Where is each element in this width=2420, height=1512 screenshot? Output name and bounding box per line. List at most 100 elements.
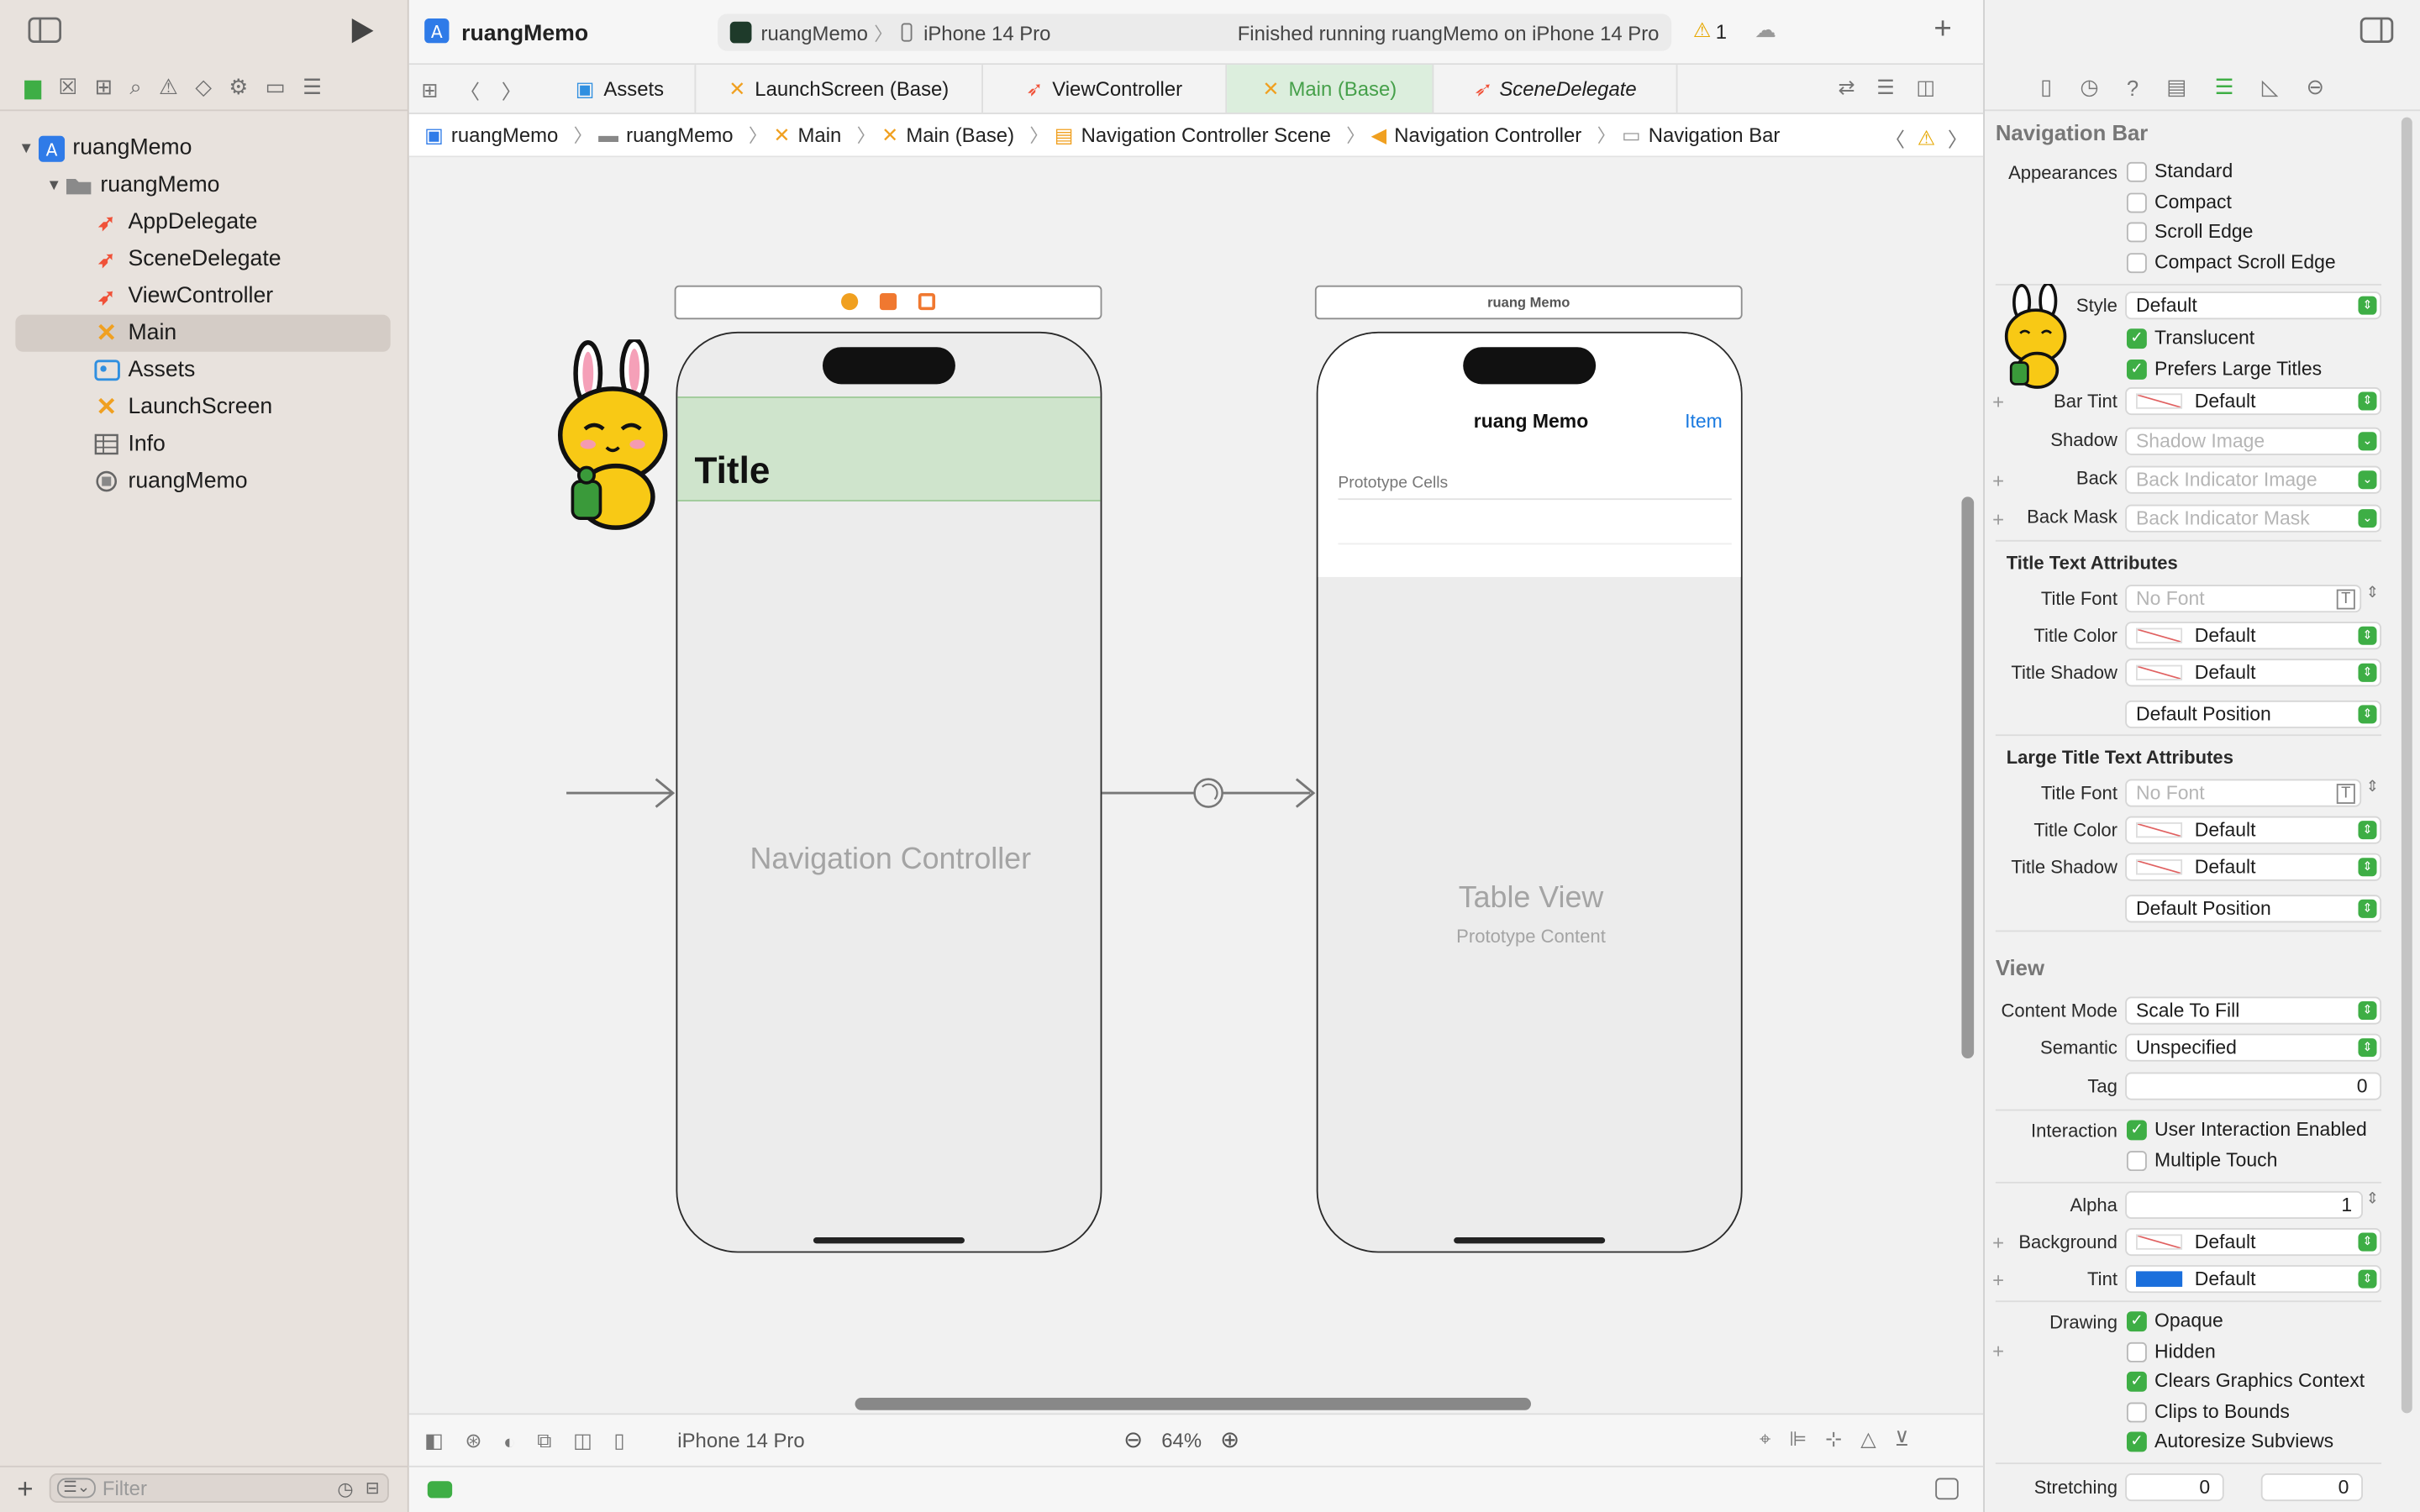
back-arrow-icon[interactable]: 〈 bbox=[460, 76, 480, 105]
filter-scope-icon[interactable]: ⊟ bbox=[366, 1478, 380, 1498]
add-variation-icon[interactable]: + bbox=[1992, 1231, 2004, 1255]
alpha-field[interactable]: 1 bbox=[2125, 1190, 2363, 1219]
large-title-shadow-position-popup[interactable]: Default Position ⇕ bbox=[2125, 895, 2382, 923]
navigation-bar[interactable]: Title bbox=[677, 396, 1101, 501]
appearance-standard-checkbox[interactable]: Standard bbox=[2126, 160, 2233, 182]
scene-dock-nav-controller[interactable] bbox=[674, 285, 1102, 320]
tree-item-scenedelegate[interactable]: ➶ SceneDelegate bbox=[15, 241, 390, 278]
attributes-inspector-icon[interactable]: ☰ bbox=[2215, 74, 2234, 100]
tree-item-entitlements[interactable]: ruangMemo bbox=[15, 463, 390, 500]
user-interaction-checkbox[interactable]: ✓ User Interaction Enabled bbox=[2126, 1119, 2367, 1140]
filter-input[interactable]: Filter bbox=[103, 1477, 147, 1500]
clock-icon[interactable]: ◷ bbox=[337, 1478, 353, 1499]
tab-assets[interactable]: ▣ Assets bbox=[544, 65, 697, 113]
size-inspector-icon[interactable]: ◺ bbox=[2262, 74, 2279, 100]
shadow-image-combo[interactable]: Shadow Image ⌄ bbox=[2125, 427, 2382, 455]
bar-tint-popup[interactable]: Default ⇕ bbox=[2125, 387, 2382, 416]
breadcrumb-item[interactable]: ◀ Navigation Controller bbox=[1371, 123, 1582, 147]
chevron-down-icon[interactable]: ▼ bbox=[15, 139, 37, 156]
warning-badge[interactable]: ⚠ 1 bbox=[1693, 18, 1727, 43]
tab-viewcontroller[interactable]: ➶ ViewController bbox=[983, 65, 1228, 113]
tree-item-main[interactable]: ✕ Main bbox=[15, 314, 391, 352]
resolve-issues-icon[interactable]: △ bbox=[1860, 1427, 1876, 1452]
scene-dock-table[interactable]: ruang Memo bbox=[1314, 285, 1743, 320]
breadcrumb-item[interactable]: ▬ ruangMemo bbox=[598, 123, 733, 147]
symbol-navigator-icon[interactable]: ⊞ bbox=[95, 74, 113, 100]
embed-in-icon[interactable]: ⊻ bbox=[1895, 1427, 1909, 1452]
back-indicator-combo[interactable]: Back Indicator Image ⌄ bbox=[2125, 465, 2382, 494]
first-responder-icon[interactable] bbox=[879, 292, 897, 311]
inspector-scrollbar[interactable] bbox=[2401, 117, 2412, 1414]
source-control-icon[interactable]: ☒ bbox=[58, 74, 77, 100]
stepper-icon[interactable]: ⇕ bbox=[2366, 780, 2379, 796]
stretching-y-field[interactable]: 0 bbox=[2260, 1473, 2363, 1502]
font-picker-icon[interactable]: T bbox=[2336, 783, 2355, 804]
table-view-controller-scene[interactable]: ruang Memo Item Prototype Cells Table Vi… bbox=[1316, 331, 1743, 1253]
clips-to-bounds-checkbox[interactable]: Clips to Bounds bbox=[2126, 1401, 2290, 1422]
breadcrumb-item[interactable]: ✕ Main (Base) bbox=[881, 123, 1014, 147]
translucent-checkbox[interactable]: ✓ Translucent bbox=[2126, 327, 2254, 349]
report-navigator-icon[interactable]: ☰ bbox=[302, 74, 322, 100]
debug-area-indicator-icon[interactable] bbox=[427, 1481, 453, 1499]
content-mode-popup[interactable]: Scale To Fill ⇕ bbox=[2125, 996, 2382, 1025]
stepper-icon[interactable]: ⇕ bbox=[2366, 1191, 2379, 1208]
breadcrumb-item[interactable]: ▤ Navigation Controller Scene bbox=[1055, 123, 1331, 147]
iphone-icon[interactable]: ▯ bbox=[613, 1429, 624, 1453]
large-title-shadow-popup[interactable]: Default ⇕ bbox=[2125, 853, 2382, 881]
horizontal-scrollbar[interactable] bbox=[855, 1398, 1532, 1410]
background-popup[interactable]: Default ⇕ bbox=[2125, 1228, 2382, 1257]
appearance-icon[interactable]: ◐ bbox=[503, 1430, 515, 1453]
toggle-debug-area-icon[interactable] bbox=[1935, 1478, 1959, 1500]
align-icon[interactable]: ⊫ bbox=[1789, 1427, 1807, 1452]
prefers-large-titles-checkbox[interactable]: ✓ Prefers Large Titles bbox=[2126, 358, 2322, 380]
history-inspector-icon[interactable]: ◷ bbox=[2080, 74, 2098, 100]
find-navigator-icon[interactable]: ⌕ bbox=[129, 74, 141, 100]
chevron-down-icon[interactable]: ▼ bbox=[43, 176, 65, 193]
tree-item-launchscreen[interactable]: ✕ LaunchScreen bbox=[15, 389, 390, 426]
device-config-label[interactable]: iPhone 14 Pro bbox=[677, 1429, 804, 1452]
identity-inspector-icon[interactable]: ▤ bbox=[2166, 74, 2186, 100]
tree-item-info[interactable]: Info bbox=[15, 426, 390, 463]
nav-controller-icon[interactable] bbox=[841, 292, 859, 311]
add-variation-icon[interactable]: + bbox=[1992, 469, 2004, 492]
next-issue-icon[interactable]: 〉 bbox=[1948, 123, 1968, 153]
related-items-icon[interactable]: ⊞ bbox=[421, 78, 438, 102]
tab-launchscreen[interactable]: ✕ LaunchScreen (Base) bbox=[696, 65, 983, 113]
breakpoint-navigator-icon[interactable]: ▭ bbox=[266, 74, 286, 100]
add-variation-icon[interactable]: + bbox=[1992, 1339, 2004, 1362]
orientation-icon[interactable]: ⧉ bbox=[537, 1429, 551, 1453]
breadcrumb-item[interactable]: ▣ ruangMemo bbox=[424, 123, 558, 147]
issue-navigator-icon[interactable]: ⚠ bbox=[159, 74, 178, 100]
debug-navigator-icon[interactable]: ⚙ bbox=[229, 74, 248, 100]
appearance-compact-scroll-edge-checkbox[interactable]: Compact Scroll Edge bbox=[2126, 251, 2336, 273]
vertical-scrollbar[interactable] bbox=[1961, 496, 1975, 1058]
accessibility-icon[interactable]: ⊛ bbox=[465, 1429, 481, 1453]
file-inspector-icon[interactable]: ▯ bbox=[2040, 74, 2052, 100]
title-shadow-position-popup[interactable]: Default Position ⇕ bbox=[2125, 700, 2382, 728]
update-frames-icon[interactable]: ⌖ bbox=[1760, 1427, 1770, 1452]
appearance-compact-checkbox[interactable]: Compact bbox=[2126, 192, 2232, 213]
clears-graphics-checkbox[interactable]: ✓ Clears Graphics Context bbox=[2126, 1370, 2365, 1392]
breadcrumb-item[interactable]: ✕ Main bbox=[773, 123, 841, 147]
add-file-button[interactable]: + bbox=[17, 1473, 33, 1506]
tab-main[interactable]: ✕ Main (Base) bbox=[1227, 65, 1434, 113]
large-title-font-field[interactable]: No Font T bbox=[2125, 779, 2362, 807]
add-variation-icon[interactable]: + bbox=[1992, 1268, 2004, 1292]
multiple-touch-checkbox[interactable]: Multiple Touch bbox=[2126, 1149, 2277, 1171]
appearance-scroll-edge-checkbox[interactable]: Scroll Edge bbox=[2126, 221, 2253, 242]
split-editor-icon[interactable]: ◫ bbox=[1916, 76, 1935, 100]
stretching-x-field[interactable]: 0 bbox=[2125, 1473, 2224, 1502]
document-outline-icon[interactable]: ◧ bbox=[424, 1429, 444, 1453]
exit-icon[interactable] bbox=[918, 292, 936, 311]
test-navigator-icon[interactable]: ◇ bbox=[195, 74, 212, 100]
add-variation-icon[interactable]: + bbox=[1992, 507, 2004, 531]
stepper-icon[interactable]: ⇕ bbox=[2366, 585, 2379, 601]
tree-item-folder[interactable]: ▼ ruangMemo bbox=[15, 166, 390, 203]
style-popup[interactable]: Default ⇕ bbox=[2125, 291, 2382, 320]
previous-issue-icon[interactable]: 〈 bbox=[1885, 123, 1905, 153]
add-variation-icon[interactable]: + bbox=[1992, 391, 2004, 414]
project-navigator-icon[interactable]: ▆ bbox=[24, 74, 41, 100]
forward-arrow-icon[interactable]: 〉 bbox=[502, 76, 522, 105]
tree-item-assets[interactable]: Assets bbox=[15, 352, 390, 389]
add-library-button[interactable]: + bbox=[1933, 13, 1951, 48]
